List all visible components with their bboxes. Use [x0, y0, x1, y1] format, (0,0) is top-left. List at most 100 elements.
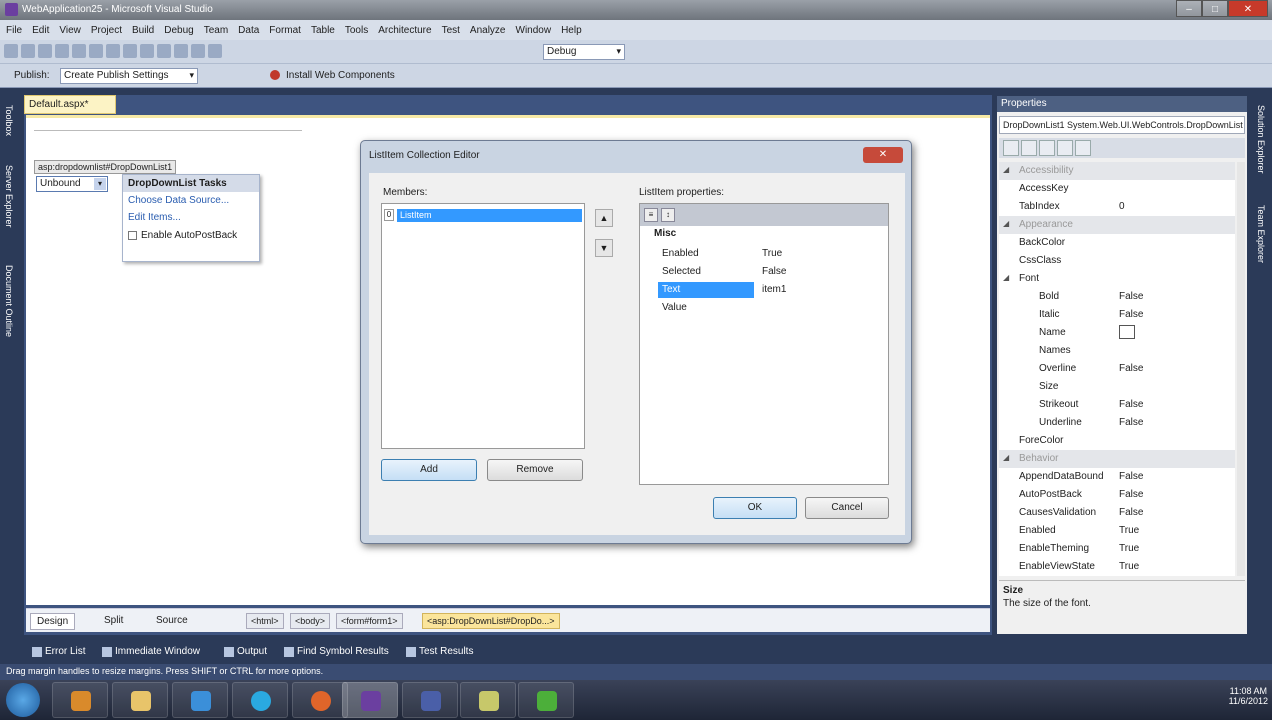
output-tab[interactable]: Output [220, 644, 271, 659]
property-row[interactable]: Underline False [999, 414, 1235, 432]
menu-project[interactable]: Project [91, 25, 122, 36]
categorized-icon[interactable]: ≡ [644, 208, 658, 222]
alphabetical-icon[interactable] [1021, 140, 1037, 156]
menu-data[interactable]: Data [238, 25, 259, 36]
list-item[interactable]: 0 ListItem [384, 208, 582, 222]
property-row[interactable]: Strikeout False [999, 396, 1235, 414]
menu-tools[interactable]: Tools [345, 25, 368, 36]
menu-help[interactable]: Help [561, 25, 582, 36]
install-web-components-button[interactable]: Install Web Components [286, 70, 395, 81]
solution-explorer-tab[interactable]: Solution Explorer [1256, 105, 1266, 174]
property-row[interactable]: BackColor [999, 234, 1235, 252]
taskbar-camtasia[interactable] [518, 682, 574, 718]
move-up-button[interactable]: ▲ [595, 209, 613, 227]
taskbar-notes[interactable] [460, 682, 516, 718]
collapse-icon[interactable]: ◢ [1003, 165, 1009, 174]
property-row[interactable]: ForeColor [999, 432, 1235, 450]
move-down-button[interactable]: ▼ [595, 239, 613, 257]
remove-button[interactable]: Remove [487, 459, 583, 481]
property-category[interactable]: ◢ Behavior [999, 450, 1235, 468]
split-view-button[interactable]: Split [98, 613, 129, 628]
breadcrumb-dropdownlist[interactable]: <asp:DropDownList#DropDo...> [422, 613, 560, 629]
autopostback-option[interactable]: Enable AutoPostBack [123, 226, 259, 245]
category-misc[interactable]: Misc [640, 228, 888, 242]
taskbar-media-player[interactable] [52, 682, 108, 718]
menu-architecture[interactable]: Architecture [378, 25, 431, 36]
property-row[interactable]: TabIndex 0 [999, 198, 1235, 216]
cut-icon[interactable] [89, 44, 103, 58]
undo-icon[interactable] [140, 44, 154, 58]
design-view-button[interactable]: Design [30, 613, 76, 630]
redo-icon[interactable] [157, 44, 171, 58]
menu-edit[interactable]: Edit [32, 25, 49, 36]
new-project-icon[interactable] [4, 44, 18, 58]
property-category[interactable]: ◢ Appearance [999, 216, 1235, 234]
add-button[interactable]: Add [381, 459, 477, 481]
property-category[interactable]: ◢ Accessibility [999, 162, 1235, 180]
taskbar-visual-studio[interactable] [342, 682, 398, 718]
minimize-button[interactable]: – [1176, 0, 1202, 17]
property-row[interactable]: Name [999, 324, 1235, 342]
save-icon[interactable] [55, 44, 69, 58]
property-row[interactable]: Names [999, 342, 1235, 360]
edit-items-link[interactable]: Edit Items... [123, 209, 259, 226]
taskbar-skype[interactable] [232, 682, 288, 718]
team-explorer-tab[interactable]: Team Explorer [1256, 205, 1266, 263]
error-list-tab[interactable]: Error List [28, 644, 90, 659]
breadcrumb-form[interactable]: <form#form1> [336, 613, 403, 629]
toolbox-tab[interactable]: Toolbox [4, 105, 14, 136]
property-row[interactable]: Italic False [999, 306, 1235, 324]
property-row[interactable]: EnableViewState True [999, 558, 1235, 576]
breadcrumb-html[interactable]: <html> [246, 613, 284, 629]
menu-view[interactable]: View [59, 25, 81, 36]
choose-data-source-link[interactable]: Choose Data Source... [123, 192, 259, 209]
menu-format[interactable]: Format [269, 25, 301, 36]
document-tab[interactable]: Default.aspx* [24, 95, 116, 114]
events-icon[interactable] [1057, 140, 1073, 156]
paste-icon[interactable] [123, 44, 137, 58]
categorized-icon[interactable] [1003, 140, 1019, 156]
menu-file[interactable]: File [6, 25, 22, 36]
property-list-scrollbar[interactable] [1237, 162, 1245, 576]
publish-profile-dropdown[interactable]: Create Publish Settings [60, 68, 198, 84]
find-symbol-results-tab[interactable]: Find Symbol Results [280, 644, 393, 659]
property-row[interactable]: AppendDataBound False [999, 468, 1235, 486]
start-debugging-icon[interactable] [208, 44, 222, 58]
property-row[interactable]: CausesValidation False [999, 504, 1235, 522]
collapse-icon[interactable]: ◢ [1003, 273, 1009, 282]
menu-window[interactable]: Window [516, 25, 552, 36]
immediate-window-tab[interactable]: Immediate Window [98, 644, 204, 659]
property-row[interactable]: ◢ Font [999, 270, 1235, 288]
dialog-close-button[interactable]: ✕ [863, 147, 903, 163]
navigate-forward-icon[interactable] [191, 44, 205, 58]
test-results-tab[interactable]: Test Results [402, 644, 477, 659]
source-view-button[interactable]: Source [150, 613, 194, 628]
font-name-box[interactable] [1119, 325, 1135, 339]
property-row[interactable]: AutoPostBack False [999, 486, 1235, 504]
property-row-text[interactable]: Text item1 [658, 282, 888, 298]
menu-debug[interactable]: Debug [164, 25, 193, 36]
collapse-icon[interactable]: ◢ [1003, 219, 1009, 228]
cancel-button[interactable]: Cancel [805, 497, 889, 519]
property-row[interactable]: Bold False [999, 288, 1235, 306]
system-tray-clock[interactable]: 11:08 AM 11/6/2012 [1229, 686, 1268, 706]
property-row-enabled[interactable]: Enabled True [658, 246, 888, 262]
close-window-button[interactable]: ✕ [1228, 0, 1268, 17]
menu-test[interactable]: Test [442, 25, 460, 36]
save-all-icon[interactable] [72, 44, 86, 58]
menu-table[interactable]: Table [311, 25, 335, 36]
add-item-icon[interactable] [21, 44, 35, 58]
menu-analyze[interactable]: Analyze [470, 25, 506, 36]
property-row[interactable]: AccessKey [999, 180, 1235, 198]
menu-team[interactable]: Team [204, 25, 228, 36]
taskbar-ie[interactable] [172, 682, 228, 718]
start-button[interactable] [6, 683, 40, 717]
breadcrumb-body[interactable]: <body> [290, 613, 331, 629]
navigate-back-icon[interactable] [174, 44, 188, 58]
properties-icon[interactable] [1039, 140, 1055, 156]
property-row[interactable]: EnableTheming True [999, 540, 1235, 558]
server-explorer-tab[interactable]: Server Explorer [4, 165, 14, 228]
property-row-value[interactable]: Value [658, 300, 888, 316]
menu-build[interactable]: Build [132, 25, 154, 36]
copy-icon[interactable] [106, 44, 120, 58]
